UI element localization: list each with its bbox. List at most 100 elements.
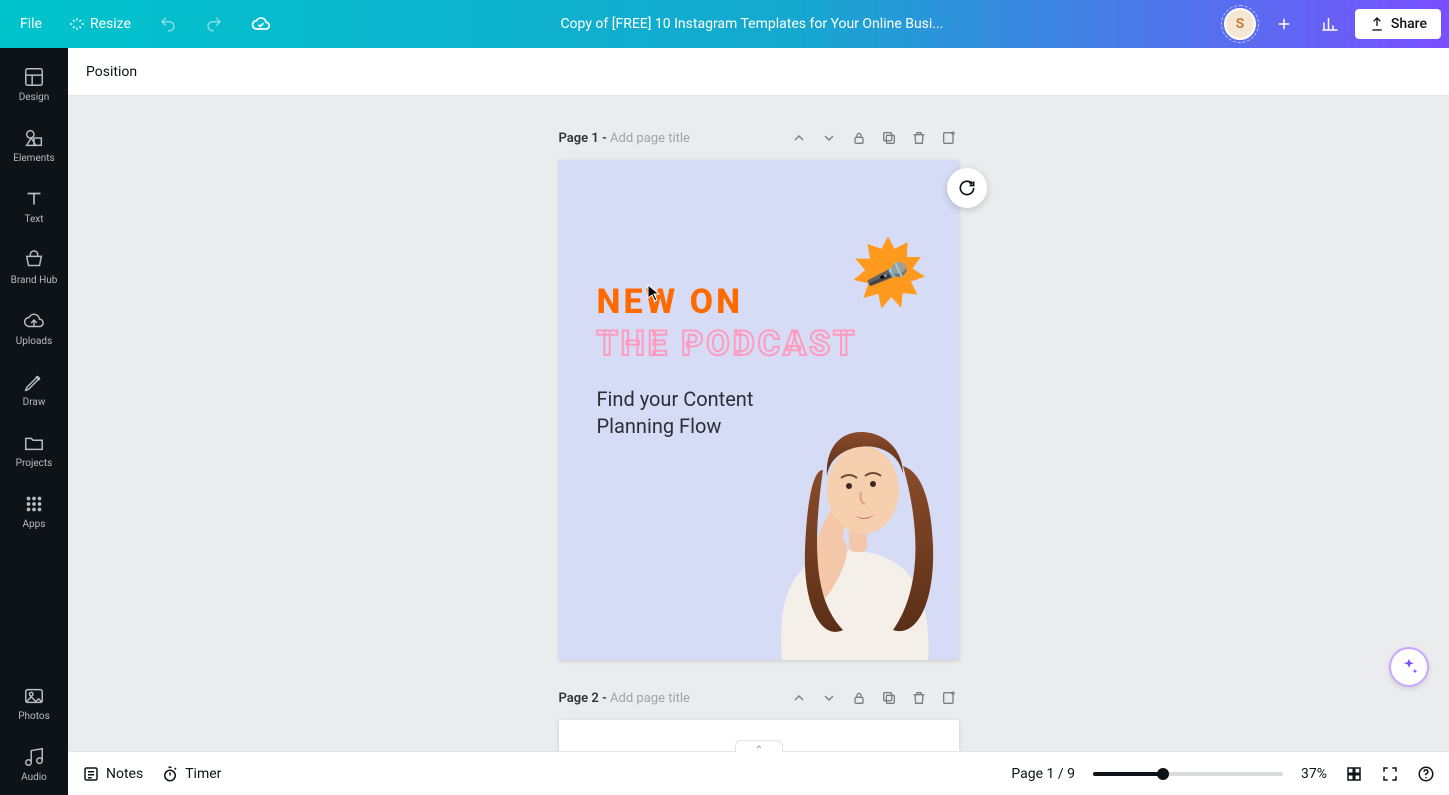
editor-area: Position Page 1 - Add page title [68, 48, 1449, 795]
sidebar-item-text[interactable]: Text [0, 178, 68, 237]
stopwatch-icon [161, 765, 179, 783]
redo-icon [205, 15, 223, 33]
lock-icon[interactable] [849, 128, 869, 148]
trash-icon[interactable] [909, 128, 929, 148]
duplicate-icon[interactable] [879, 688, 899, 708]
sidebar-item-label: Audio [21, 772, 47, 783]
redo-button[interactable] [193, 7, 235, 41]
sparkles-icon [1399, 657, 1419, 677]
sparkle-icon [70, 17, 84, 31]
page-1-block: Page 1 - Add page title [559, 124, 959, 660]
notes-button[interactable]: Notes [82, 765, 143, 783]
sidebar-item-label: Photos [18, 711, 50, 722]
sidebar-item-audio[interactable]: Audio [0, 736, 68, 795]
chevron-up-icon [753, 743, 765, 751]
header-right: S Share [1221, 5, 1441, 43]
folder-icon [23, 432, 45, 454]
sidebar-item-photos[interactable]: Photos [0, 675, 68, 734]
page-1-wrap: 🎤 NEW ON THE PODCAST Find your Content P… [559, 160, 959, 660]
sidebar-item-brandhub[interactable]: Brand Hub [0, 239, 68, 298]
headline-line-1[interactable]: NEW ON [597, 282, 744, 322]
footer-bar: Notes Timer Page 1 / 9 37% [68, 751, 1449, 795]
share-button[interactable]: Share [1355, 9, 1441, 39]
user-avatar[interactable]: S [1224, 8, 1256, 40]
pages-strip-handle[interactable] [735, 740, 783, 752]
sidebar-item-label: Brand Hub [11, 275, 58, 286]
magic-assist-fab[interactable] [1389, 647, 1429, 687]
add-page-icon[interactable] [939, 688, 959, 708]
sidebar-item-design[interactable]: Design [0, 56, 68, 115]
avatar-initial: S [1236, 16, 1245, 32]
layout-icon [23, 66, 45, 88]
lock-icon[interactable] [849, 688, 869, 708]
notes-label: Notes [106, 766, 143, 782]
sidebar-item-draw[interactable]: Draw [0, 361, 68, 420]
chart-icon [1321, 15, 1339, 33]
plus-icon [1275, 15, 1293, 33]
page-2-label: Page 2 - Add page title [559, 691, 690, 706]
page-1-label: Page 1 - Add page title [559, 131, 690, 146]
sidebar-item-label: Uploads [16, 336, 52, 347]
cloud-upload-icon [23, 310, 45, 332]
header-center: Copy of [FREE] 10 Instagram Templates fo… [287, 16, 1217, 32]
sidebar-item-projects[interactable]: Projects [0, 422, 68, 481]
page-indicator[interactable]: Page 1 / 9 [1011, 766, 1075, 782]
sidebar-item-label: Draw [23, 397, 46, 408]
sidebar-item-label: Projects [16, 458, 53, 469]
sidebar-item-apps[interactable]: Apps [0, 483, 68, 542]
insights-button[interactable] [1309, 7, 1351, 41]
person-image[interactable] [753, 380, 953, 660]
position-button[interactable]: Position [86, 64, 137, 80]
timer-button[interactable]: Timer [161, 765, 221, 783]
avatar-ring: S [1221, 5, 1259, 43]
expand-down-icon[interactable] [819, 688, 839, 708]
sidebar-item-label: Elements [13, 153, 54, 164]
left-sidebar: Design Elements Text Brand Hub Uploads D… [0, 48, 68, 795]
brand-icon [23, 249, 45, 271]
sidebar-item-label: Design [19, 92, 50, 103]
file-menu-button[interactable]: File [8, 8, 54, 40]
add-collaborator-button[interactable] [1263, 7, 1305, 41]
timer-label: Timer [185, 766, 221, 782]
sidebar-item-uploads[interactable]: Uploads [0, 300, 68, 359]
sidebar-item-elements[interactable]: Elements [0, 117, 68, 176]
context-toolbar: Position [68, 48, 1449, 96]
main-area: Design Elements Text Brand Hub Uploads D… [0, 48, 1449, 795]
page-1-header: Page 1 - Add page title [559, 124, 959, 152]
file-menu-label: File [20, 16, 42, 32]
collapse-up-icon[interactable] [789, 688, 809, 708]
duplicate-icon[interactable] [879, 128, 899, 148]
zoom-slider-thumb[interactable] [1157, 768, 1169, 780]
resize-button[interactable]: Resize [58, 8, 143, 40]
resize-label: Resize [90, 16, 131, 32]
cloud-check-icon [251, 14, 271, 34]
share-label: Share [1391, 16, 1427, 32]
app-header: File Resize Copy of [FREE] 10 Instagram … [0, 0, 1449, 48]
add-page-icon[interactable] [939, 128, 959, 148]
trash-icon[interactable] [909, 688, 929, 708]
canvas-scroll[interactable]: Page 1 - Add page title [68, 96, 1449, 751]
zoom-percent[interactable]: 37% [1301, 766, 1327, 782]
collapse-up-icon[interactable] [789, 128, 809, 148]
page-2-header: Page 2 - Add page title [559, 684, 959, 712]
text-icon [23, 188, 45, 210]
shapes-icon [23, 127, 45, 149]
undo-button[interactable] [147, 7, 189, 41]
document-title[interactable]: Copy of [FREE] 10 Instagram Templates fo… [560, 16, 943, 32]
sidebar-item-label: Apps [23, 519, 46, 530]
mic-starburst-badge[interactable]: 🎤 [847, 234, 929, 316]
headline-line-2[interactable]: THE PODCAST [597, 324, 858, 364]
header-left: File Resize [8, 6, 283, 42]
page-1-title-hint[interactable]: Add page title [610, 131, 690, 146]
help-button[interactable] [1417, 765, 1435, 783]
image-icon [23, 685, 45, 707]
zoom-slider[interactable] [1093, 772, 1283, 776]
page-2-title-hint[interactable]: Add page title [610, 691, 690, 706]
grid-view-button[interactable] [1345, 765, 1363, 783]
sparkle-refresh-icon [957, 178, 977, 198]
regenerate-fab[interactable] [947, 168, 987, 208]
page-1-canvas[interactable]: 🎤 NEW ON THE PODCAST Find your Content P… [559, 160, 959, 660]
expand-down-icon[interactable] [819, 128, 839, 148]
fullscreen-button[interactable] [1381, 765, 1399, 783]
cloud-sync-button[interactable] [239, 6, 283, 42]
